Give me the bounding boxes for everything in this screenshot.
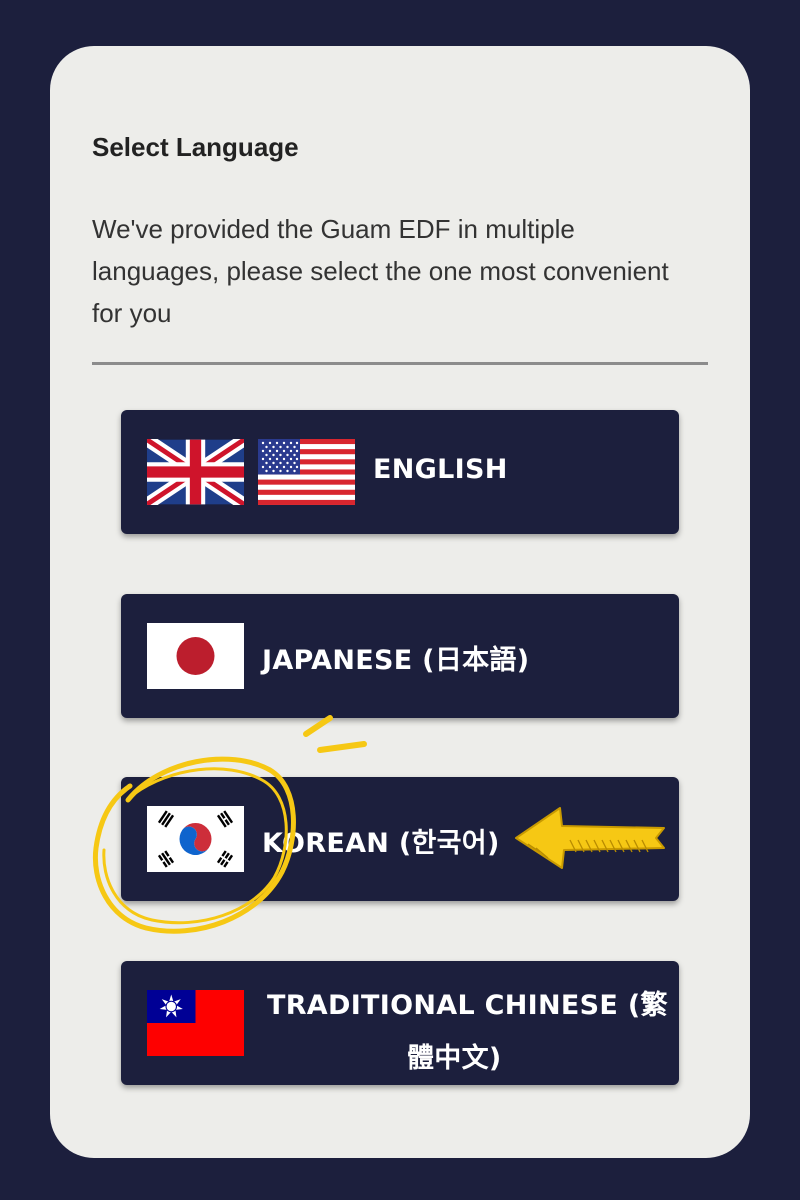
traditional-chinese-button[interactable]: TRADITIONAL CHINESE (繁 體中文): [121, 961, 679, 1085]
japan-flag-icon: [147, 623, 244, 689]
card-description: We've provided the Guam EDF in multiple …: [92, 214, 669, 328]
korean-button[interactable]: KOREAN (한국어): [121, 777, 679, 901]
japanese-label: JAPANESE (日本語): [262, 645, 530, 676]
korean-label: KOREAN (한국어): [262, 828, 500, 859]
taiwan-flag-icon: [147, 990, 244, 1056]
traditional-chinese-label-line1: TRADITIONAL CHINESE (繁: [267, 990, 668, 1021]
card-title: Select Language: [92, 132, 299, 162]
japanese-button[interactable]: JAPANESE (日本語): [121, 594, 679, 718]
uk-flag-icon: [147, 439, 244, 505]
divider: [92, 362, 708, 365]
us-flag-icon: [258, 439, 355, 505]
south-korea-flag-icon: [147, 806, 244, 872]
traditional-chinese-label-line2: 體中文): [407, 1043, 502, 1074]
language-card: Select Language We've provided the Guam …: [50, 46, 750, 1158]
english-button[interactable]: ENGLISH: [121, 410, 679, 534]
english-label: ENGLISH: [373, 454, 508, 485]
